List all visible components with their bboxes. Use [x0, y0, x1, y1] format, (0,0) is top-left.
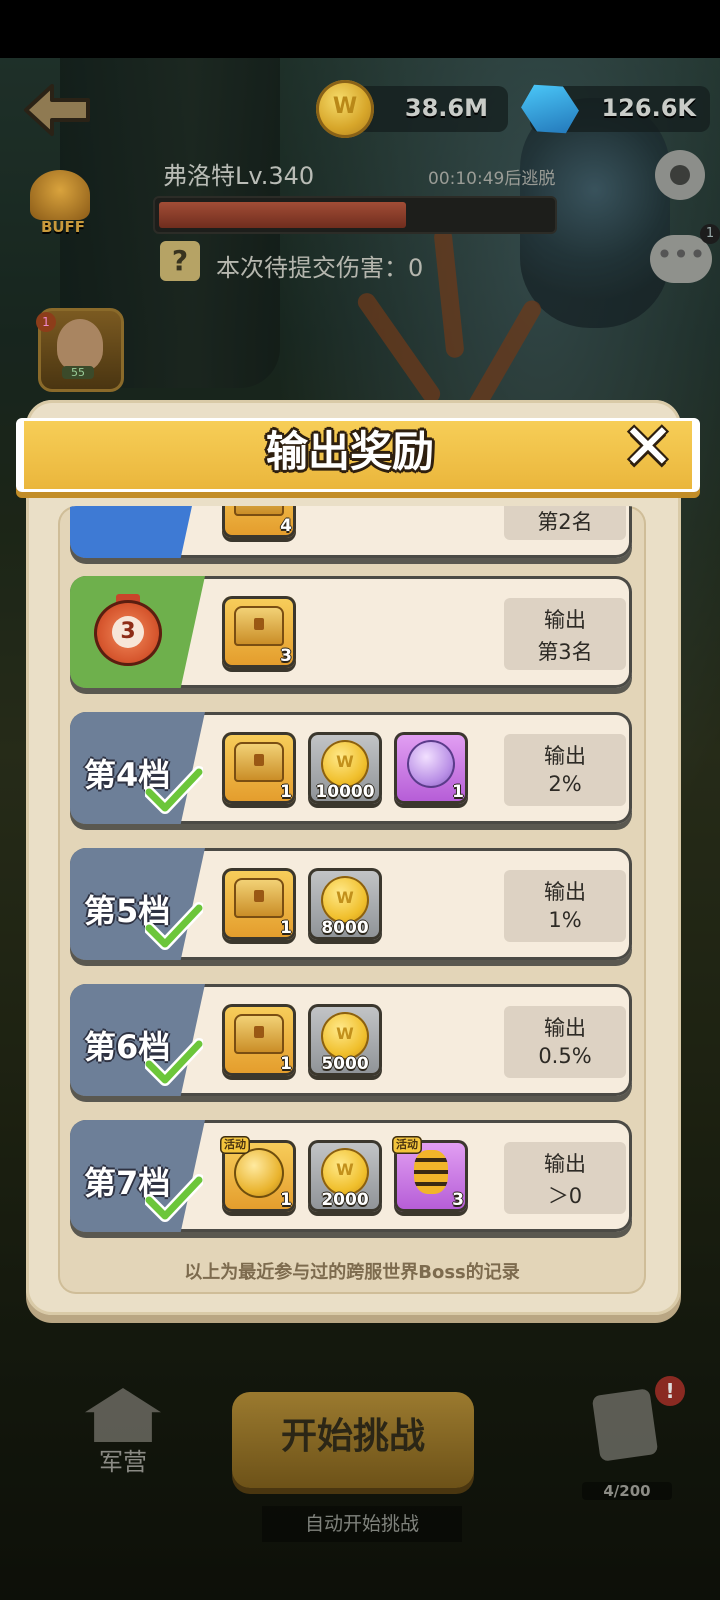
checkmark-icon	[145, 902, 203, 950]
requirement-value: 第3名	[537, 640, 593, 664]
pending-damage-text: 本次待提交伤害：0	[216, 254, 424, 282]
boss-hp-bar	[153, 196, 557, 234]
close-icon[interactable]: ✕	[614, 416, 682, 480]
item-quantity: 4	[280, 516, 292, 536]
item-quantity: 3	[280, 646, 292, 666]
reward-item[interactable]: 4	[222, 506, 296, 538]
cards-icon[interactable]	[591, 1388, 659, 1462]
item-quantity: 1	[280, 782, 292, 802]
coin-counter[interactable]: 38.6M	[316, 80, 508, 138]
buff-label: BUFF	[40, 218, 86, 236]
reward-row-rank3: 3 3 输出 第3名	[70, 576, 632, 688]
reward-item[interactable]: 活动 1	[220, 1136, 296, 1212]
coin-icon	[321, 1148, 369, 1196]
buff-button[interactable]: BUFF	[30, 170, 90, 240]
event-medal-icon	[234, 1148, 284, 1198]
requirement-box: 输出 0.5%	[504, 1006, 626, 1078]
chest-icon	[234, 878, 284, 918]
back-arrow-icon[interactable]	[22, 80, 92, 140]
reward-row-tier6: 第6档 1 5000 输出 0.5%	[70, 984, 632, 1096]
requirement-label: 输出	[544, 880, 586, 904]
chest-icon	[234, 742, 284, 782]
boss-hp-fill	[159, 202, 406, 228]
gem-value: 126.6K	[601, 94, 696, 122]
coin-value: 38.6M	[404, 94, 488, 122]
start-challenge-button[interactable]: 开始挑战	[232, 1392, 474, 1488]
chest-icon	[234, 606, 284, 646]
reward-item[interactable]: 5000	[308, 1004, 382, 1076]
requirement-label: 输出	[544, 1152, 586, 1176]
tier-banner	[70, 506, 205, 558]
requirement-value: 第2名	[537, 510, 593, 534]
reward-item[interactable]: 1	[222, 1004, 296, 1076]
reward-item[interactable]: 8000	[308, 868, 382, 940]
reward-row-tier5: 第5档 1 8000 输出 1%	[70, 848, 632, 960]
event-tag: 活动	[392, 1136, 422, 1154]
reward-item[interactable]: 活动 3	[392, 1136, 468, 1212]
cards-count: 4/200	[582, 1482, 672, 1500]
requirement-value: 0.5%	[538, 1044, 592, 1068]
hero-badge: 1	[36, 312, 56, 332]
coin-icon	[321, 740, 369, 788]
item-quantity: 1	[452, 782, 464, 802]
reward-row-tier4: 第4档 1 10000 1 输出 2%	[70, 712, 632, 824]
barracks-label[interactable]: 军营	[80, 1442, 166, 1477]
event-tag: 活动	[220, 1136, 250, 1154]
boss-name: 弗洛特Lv.340	[163, 162, 315, 190]
requirement-box: 输出 第3名	[504, 598, 626, 670]
bee-icon	[414, 1150, 448, 1194]
bronze-medal-icon: 3	[94, 594, 162, 666]
requirement-box: 输出 2%	[504, 734, 626, 806]
escape-timer: 00:10:49后逃脱	[428, 169, 556, 189]
requirement-value: ＞0	[547, 1184, 583, 1208]
chest-icon	[234, 506, 284, 516]
coin-icon	[321, 876, 369, 924]
requirement-value: 2%	[548, 772, 582, 796]
dialog-title: 输出奖励	[265, 427, 434, 476]
gear-icon[interactable]	[655, 150, 705, 200]
requirement-value: 1%	[548, 908, 582, 932]
records-footnote: 以上为最近参与过的跨服世界Boss的记录	[184, 1262, 520, 1283]
chest-icon	[234, 1014, 284, 1054]
item-quantity: 1	[280, 1190, 292, 1210]
hero-level: 55	[62, 366, 94, 379]
checkmark-icon	[145, 1038, 203, 1086]
reward-row-rank2: 4 第2名	[70, 506, 632, 558]
coin-icon	[321, 1012, 369, 1060]
reward-item[interactable]: 1	[394, 732, 468, 804]
reward-list[interactable]: 4 第2名 3 3 输出 第3名 第4档 1 10000	[58, 506, 646, 1294]
checkmark-icon	[145, 766, 203, 814]
chat-badge: 1	[700, 224, 720, 244]
reward-item[interactable]: 10000	[308, 732, 382, 804]
item-quantity: 10000	[315, 782, 375, 802]
gem-counter[interactable]: 126.6K	[530, 86, 710, 132]
checkmark-icon	[145, 1174, 203, 1222]
requirement-box: 输出 ＞0	[504, 1142, 626, 1214]
requirement-box: 输出 1%	[504, 870, 626, 942]
requirement-label: 输出	[544, 744, 586, 768]
coin-icon	[316, 80, 374, 138]
requirement-label: 输出	[544, 608, 586, 632]
reward-item[interactable]: 1	[222, 868, 296, 940]
item-quantity: 1	[280, 918, 292, 938]
item-quantity: 2000	[321, 1190, 369, 1210]
help-icon[interactable]: ?	[160, 241, 200, 281]
buff-icon	[30, 170, 90, 220]
reward-item[interactable]: 1	[222, 732, 296, 804]
item-quantity: 1	[280, 1054, 292, 1074]
reward-item[interactable]: 3	[222, 596, 296, 668]
item-quantity: 5000	[321, 1054, 369, 1074]
item-quantity: 3	[452, 1190, 464, 1210]
auto-start-label[interactable]: 自动开始挑战	[262, 1506, 462, 1542]
chat-icon[interactable]: •••	[650, 235, 712, 283]
reward-item[interactable]: 2000	[308, 1140, 382, 1212]
reward-row-tier7: 第7档 活动 1 2000 活动 3 输出 ＞0	[70, 1120, 632, 1232]
purple-orb-icon	[407, 740, 455, 788]
rank-number: 3	[112, 616, 144, 648]
requirement-label: 输出	[544, 1016, 586, 1040]
alert-icon: !	[655, 1376, 685, 1406]
requirement-box: 第2名	[504, 506, 626, 540]
item-quantity: 8000	[321, 918, 369, 938]
